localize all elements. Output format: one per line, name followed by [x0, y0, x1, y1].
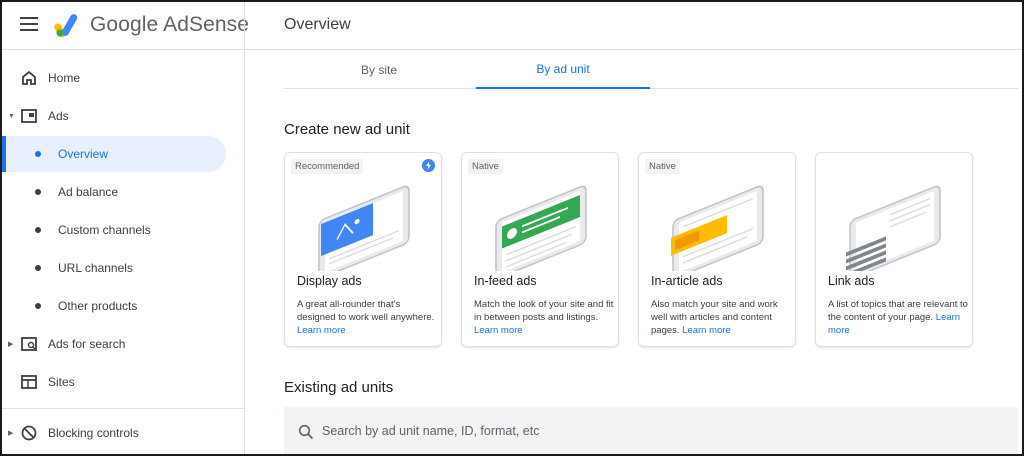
- search-input[interactable]: [322, 417, 1002, 445]
- card-title: In-article ads: [651, 274, 723, 288]
- brand-name: Google AdSense: [90, 13, 250, 36]
- search-ads-icon: [21, 337, 37, 351]
- tab-by-ad-unit[interactable]: By ad unit: [476, 51, 650, 89]
- link-ads-illustration: [846, 185, 941, 271]
- page-title: Overview: [284, 16, 351, 33]
- view-tabs: By site By ad unit: [284, 51, 1018, 89]
- card-title: In-feed ads: [474, 274, 537, 288]
- menu-icon[interactable]: [20, 17, 38, 31]
- bullet-dot: [35, 303, 41, 309]
- card-link-ads[interactable]: Link ads A list of topics that are relev…: [815, 152, 973, 347]
- adsense-logo-icon: [54, 14, 78, 38]
- sites-icon: [21, 375, 37, 389]
- card-title: Display ads: [297, 274, 362, 288]
- ad-unit-search-bar[interactable]: [284, 407, 1018, 454]
- ads-icon: [21, 109, 37, 123]
- bullet-dot: [35, 265, 41, 271]
- sidebar-item-label: Ads: [48, 109, 69, 123]
- bullet-dot: [35, 189, 41, 195]
- sidebar-item-ad-balance[interactable]: Ad balance: [2, 174, 244, 210]
- top-app-bar: Google AdSense Overview: [2, 2, 1022, 50]
- bolt-icon: [422, 159, 435, 172]
- existing-section-title: Existing ad units: [284, 379, 394, 396]
- caret-down-icon[interactable]: ▼: [8, 113, 15, 120]
- sidebar-item-label: Ad balance: [58, 185, 119, 199]
- in-feed-ads-illustration: [495, 185, 587, 271]
- create-section-title: Create new ad unit: [284, 121, 410, 138]
- adsense-window: Google AdSense Overview Home ▼ Ads Overv…: [0, 0, 1024, 456]
- sidebar-item-label: Sites: [48, 375, 75, 389]
- block-icon: [21, 425, 37, 441]
- card-description: Also match your site and work well with …: [651, 299, 778, 336]
- sidebar-item-url-channels[interactable]: URL channels: [2, 250, 244, 286]
- card-title: Link ads: [828, 274, 875, 288]
- home-icon: [22, 70, 36, 85]
- sidebar-item-custom-channels[interactable]: Custom channels: [2, 212, 244, 248]
- learn-more-link[interactable]: Learn more: [474, 325, 523, 336]
- sidebar-item-ads[interactable]: ▼ Ads: [2, 98, 244, 134]
- display-ads-illustration: [318, 185, 410, 271]
- card-description: A great all-rounder that's designed to w…: [297, 299, 435, 336]
- sidebar-item-label: Custom channels: [58, 223, 151, 237]
- bullet-dot: [35, 227, 41, 233]
- sidebar-item-overview[interactable]: Overview: [2, 136, 226, 172]
- native-badge: Native: [468, 159, 503, 174]
- sidebar-item-label: Other products: [58, 299, 138, 313]
- sidebar-item-label: Blocking controls: [48, 426, 139, 440]
- sidebar-item-ads-for-search[interactable]: ▶ Ads for search: [2, 326, 244, 362]
- sidebar-item-label: URL channels: [58, 261, 133, 275]
- card-in-feed-ads[interactable]: Native In-feed ads Match the look of you…: [461, 152, 619, 347]
- sidebar-item-blocking-controls[interactable]: ▶ Blocking controls: [2, 415, 244, 451]
- sidebar-item-label: Ads for search: [48, 337, 126, 351]
- learn-more-link[interactable]: Learn more: [682, 325, 731, 336]
- caret-right-icon[interactable]: ▶: [8, 340, 13, 348]
- native-badge: Native: [645, 159, 680, 174]
- card-display-ads[interactable]: Recommended Display ads A great all-roun…: [284, 152, 442, 347]
- bullet-dot: [35, 151, 41, 157]
- sidebar-item-sites[interactable]: Sites: [2, 364, 244, 400]
- sidebar-divider: [2, 408, 244, 409]
- search-icon: [298, 424, 314, 440]
- sidebar-item-other-products[interactable]: Other products: [2, 288, 244, 324]
- caret-right-icon[interactable]: ▶: [8, 429, 13, 437]
- tab-by-site[interactable]: By site: [284, 51, 474, 89]
- topbar-divider: [244, 2, 245, 50]
- in-article-ads-illustration: [671, 185, 764, 271]
- sidebar: Home ▼ Ads Overview Ad balance Custom ch…: [2, 51, 245, 454]
- sidebar-item-home[interactable]: Home: [2, 60, 244, 96]
- card-description: A list of topics that are relevant to th…: [828, 299, 968, 336]
- card-description: Match the look of your site and fit in b…: [474, 299, 614, 336]
- recommended-badge: Recommended: [291, 159, 364, 174]
- sidebar-item-label: Home: [48, 71, 81, 85]
- main-content: By site By ad unit Create new ad unit Re…: [246, 51, 1022, 454]
- learn-more-link[interactable]: Learn more: [297, 325, 346, 336]
- card-in-article-ads[interactable]: Native In-article ads Also match your si…: [638, 152, 796, 347]
- sidebar-item-label: Overview: [58, 147, 109, 161]
